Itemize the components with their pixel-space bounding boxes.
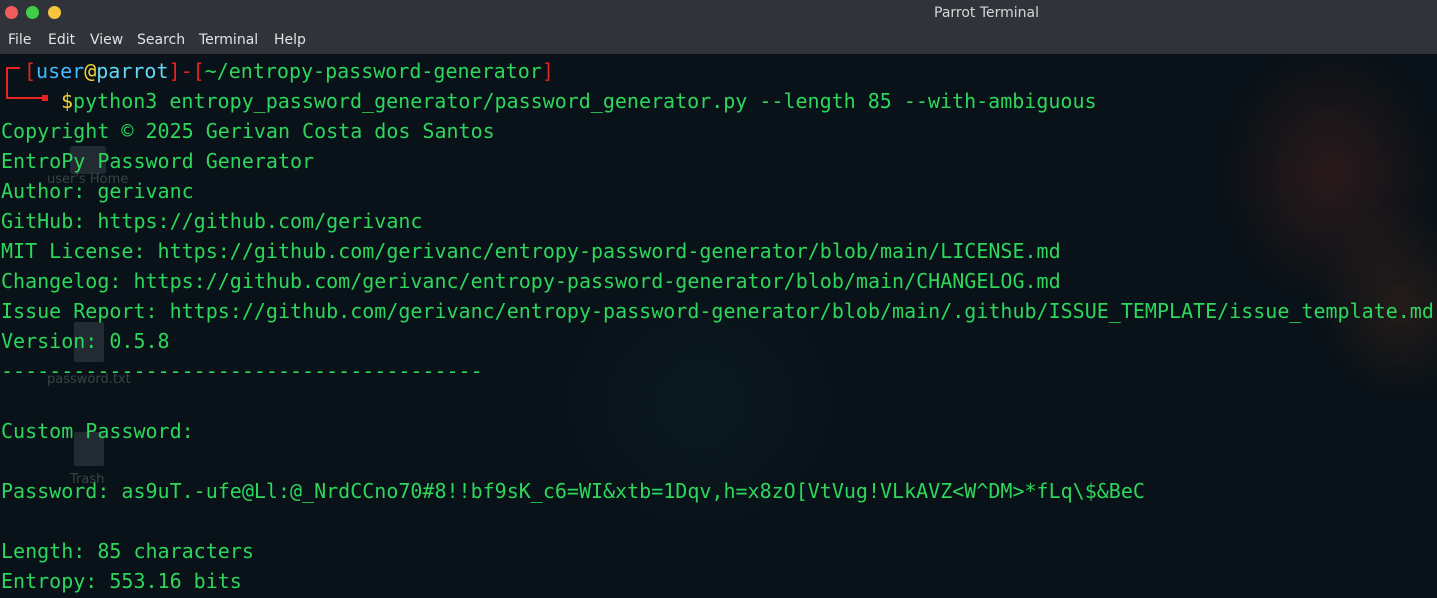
prompt-corner-line (6, 67, 8, 98)
prompt-corner-marker (42, 95, 48, 101)
prompt-bracket: [ (192, 59, 205, 83)
title-bar: Parrot Terminal (0, 0, 1437, 27)
prompt-bracket: [ (24, 59, 37, 83)
maximize-window-button[interactable] (48, 6, 61, 19)
terminal-output-area[interactable]: user's Home password.txt Trash [user@par… (0, 54, 1437, 598)
prompt-at-sign: @ (84, 59, 97, 83)
license-line: MIT License: https://github.com/gerivanc… (1, 239, 1061, 263)
command-text: python3 entropy_password_generator/passw… (73, 89, 1097, 113)
prompt-bracket: ] (541, 59, 554, 83)
section-heading: Custom Password: (1, 419, 194, 443)
terminal-window: Parrot Terminal File Edit View Search Te… (0, 0, 1437, 598)
issue-report-line: Issue Report: https://github.com/gerivan… (1, 299, 1434, 323)
menu-view[interactable]: View (90, 32, 123, 48)
prompt-host: parrot (96, 59, 169, 83)
menu-bar: File Edit View Search Terminal Help (0, 27, 1437, 54)
prompt-dash: - (180, 59, 193, 83)
minimize-window-button[interactable] (26, 6, 39, 19)
entropy-line: Entropy: 553.16 bits (1, 569, 242, 593)
window-title: Parrot Terminal (934, 5, 1040, 21)
copyright-line: Copyright © 2025 Gerivan Costa dos Santo… (1, 119, 495, 143)
menu-file[interactable]: File (8, 32, 31, 48)
length-line: Length: 85 characters (1, 539, 254, 563)
command-line[interactable]: $python3 entropy_password_generator/pass… (61, 86, 1097, 116)
prompt-bracket: ] (168, 59, 181, 83)
prompt-directory: ~/entropy-password-generator (204, 59, 542, 83)
close-window-button[interactable] (5, 6, 18, 19)
author-line: Author: gerivanc (1, 179, 194, 203)
prompt-corner-top (6, 67, 20, 69)
menu-help[interactable]: Help (274, 32, 306, 48)
password-line: Password: as9uT.-ufe@Ll:@_NrdCCno70#8!!b… (1, 479, 1145, 503)
changelog-line: Changelog: https://github.com/gerivanc/e… (1, 269, 1061, 293)
github-line: GitHub: https://github.com/gerivanc (1, 209, 423, 233)
menu-terminal[interactable]: Terminal (199, 32, 258, 48)
prompt-corner-bottom (6, 97, 46, 99)
separator-line: ---------------------------------------- (1, 359, 483, 383)
menu-edit[interactable]: Edit (48, 32, 75, 48)
version-line: Version: 0.5.8 (1, 329, 170, 353)
prompt-user: user (36, 59, 85, 83)
app-name-line: EntroPy Password Generator (1, 149, 315, 173)
menu-search[interactable]: Search (137, 32, 185, 48)
prompt-line: [user@parrot]-[~/entropy-password-genera… (24, 56, 554, 86)
prompt-dollar: $ (61, 89, 74, 113)
